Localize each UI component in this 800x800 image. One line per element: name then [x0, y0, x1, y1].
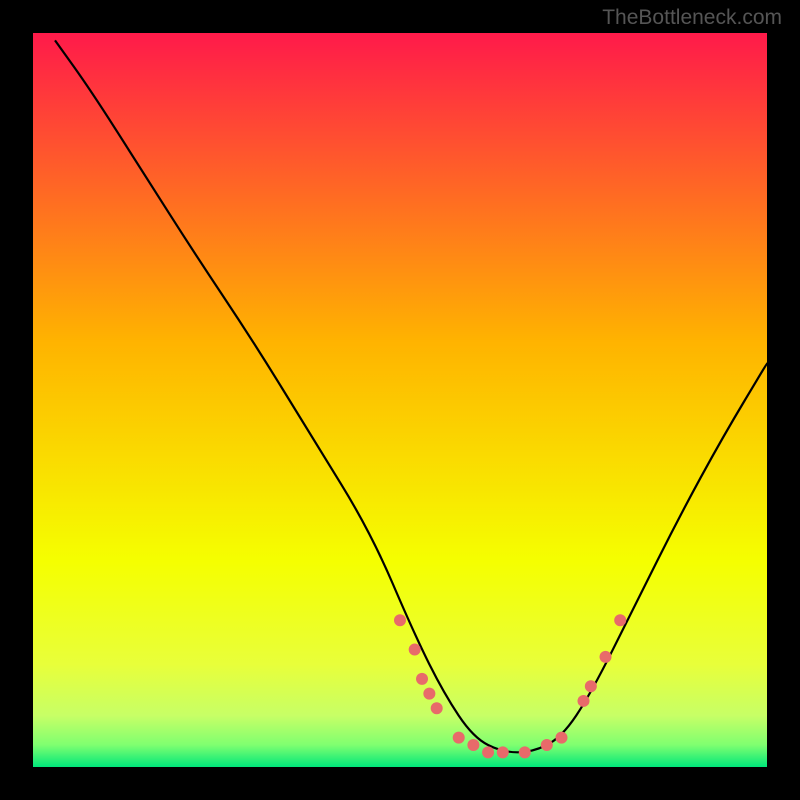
data-marker	[519, 746, 531, 758]
data-marker	[431, 702, 443, 714]
data-marker	[423, 688, 435, 700]
watermark-text: TheBottleneck.com	[602, 6, 782, 30]
data-marker	[541, 739, 553, 751]
data-marker	[482, 746, 494, 758]
data-marker	[416, 673, 428, 685]
data-marker	[497, 746, 509, 758]
data-marker	[578, 695, 590, 707]
chart-svg	[33, 33, 767, 767]
data-marker	[600, 651, 612, 663]
data-marker	[467, 739, 479, 751]
chart-plot-area	[33, 33, 767, 767]
data-marker	[394, 614, 406, 626]
data-marker	[614, 614, 626, 626]
data-marker	[453, 732, 465, 744]
data-marker	[409, 644, 421, 656]
data-marker	[585, 680, 597, 692]
chart-background	[33, 33, 767, 767]
data-marker	[555, 732, 567, 744]
